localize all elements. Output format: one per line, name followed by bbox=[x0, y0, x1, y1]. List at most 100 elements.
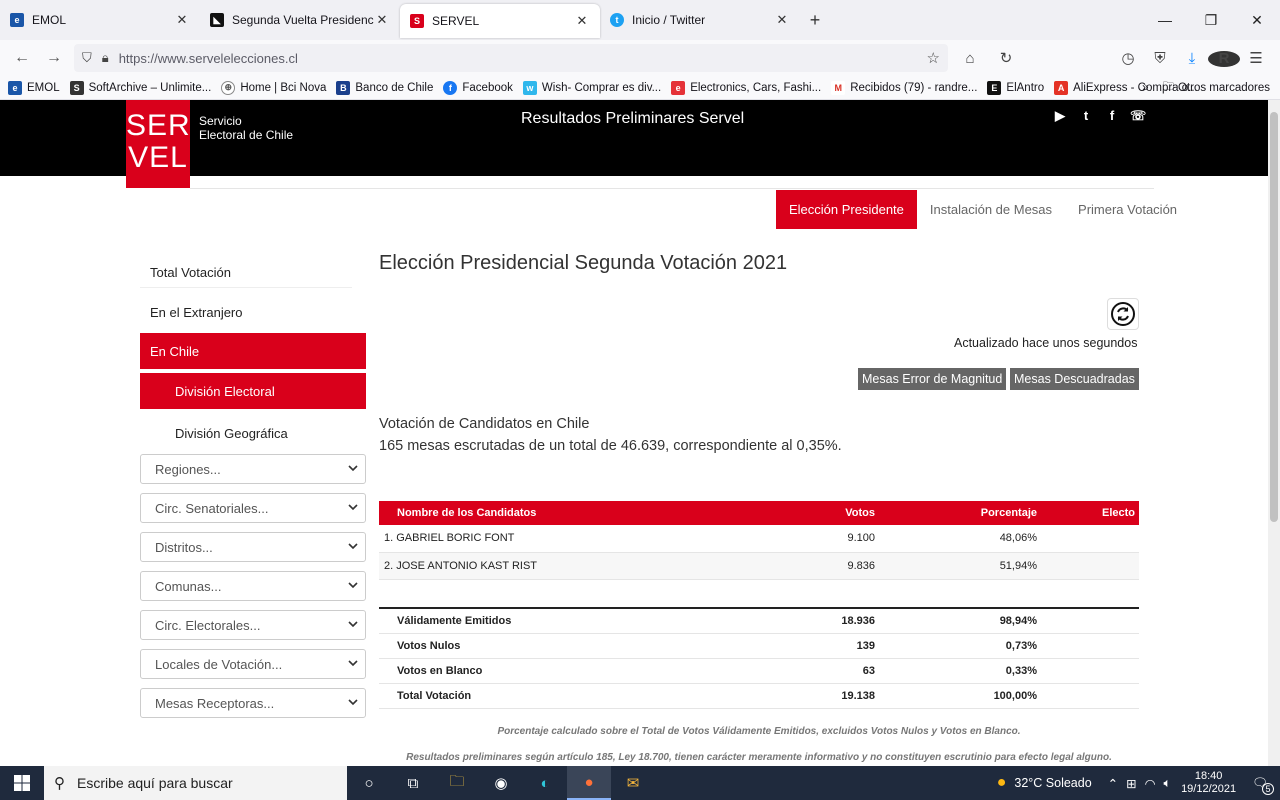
tab-emol[interactable]: e EMOL ✕ bbox=[0, 0, 200, 40]
bookmark-label: Electronics, Cars, Fashi... bbox=[690, 81, 822, 94]
bookmark-elantro[interactable]: E ElAntro bbox=[987, 80, 1044, 95]
regiones-select[interactable]: Regiones... bbox=[140, 454, 366, 484]
menu-icon[interactable]: ☰ bbox=[1240, 49, 1272, 67]
twitter-favicon-icon: t bbox=[610, 13, 624, 27]
file-explorer-icon[interactable]: 🗀 bbox=[435, 766, 479, 800]
clock[interactable]: 18:40 19/12/2021 bbox=[1181, 770, 1236, 796]
restore-icon[interactable]: ❐ bbox=[1188, 0, 1234, 40]
total-label: Válidamente Emitidos bbox=[379, 608, 709, 634]
close-tab-icon[interactable]: ✕ bbox=[574, 13, 590, 29]
bookmark-facebook[interactable]: f Facebook bbox=[443, 80, 513, 95]
url-bar[interactable]: ⛉ 🔒︎ https://www.servelelecciones.cl ☆ bbox=[74, 44, 948, 72]
bookmark-gmail[interactable]: M Recibidos (79) - randre... bbox=[831, 80, 978, 95]
wifi-icon[interactable]: ◠ bbox=[1145, 776, 1156, 791]
chevron-down-icon bbox=[348, 504, 358, 511]
close-tab-icon[interactable]: ✕ bbox=[174, 12, 190, 28]
total-empty bbox=[1051, 633, 1139, 659]
summary-text: 165 mesas escrutadas de un total de 46.6… bbox=[379, 438, 842, 454]
facebook-icon: f bbox=[443, 80, 458, 95]
select-value: Comunas... bbox=[155, 578, 222, 594]
cortana-icon[interactable]: ○ bbox=[347, 766, 391, 800]
bookmark-ebay[interactable]: e Electronics, Cars, Fashi... bbox=[671, 80, 822, 95]
pocket-icon[interactable]: ⛨ bbox=[1144, 50, 1176, 67]
lock-icon[interactable]: 🔒︎ bbox=[102, 50, 109, 66]
tab-segunda-vuelta[interactable]: ◣ Segunda Vuelta Presidencial Ch ✕ bbox=[200, 0, 400, 40]
logo-line2: VEL bbox=[128, 141, 188, 174]
mail-app-icon[interactable]: ✉ bbox=[611, 766, 655, 800]
start-button[interactable] bbox=[0, 766, 44, 800]
bookmark-label: Recibidos (79) - randre... bbox=[850, 81, 978, 94]
history-icon[interactable]: ◷ bbox=[1112, 49, 1144, 67]
globe-icon: ⊕ bbox=[221, 80, 236, 95]
downloads-icon[interactable]: ⤓ bbox=[1176, 50, 1208, 67]
bookmark-bci[interactable]: ⊕ Home | Bci Nova bbox=[221, 80, 326, 95]
footnote-percentage: Porcentaje calculado sobre el Total de V… bbox=[497, 726, 1021, 737]
site-title: Resultados Preliminares Servel bbox=[521, 110, 745, 127]
forward-icon[interactable]: → bbox=[38, 49, 70, 67]
bookmark-banco-chile[interactable]: B Banco de Chile bbox=[336, 80, 433, 95]
close-tab-icon[interactable]: ✕ bbox=[374, 12, 390, 28]
close-tab-icon[interactable]: ✕ bbox=[774, 12, 790, 28]
chevron-up-icon[interactable]: ⌃ bbox=[1108, 776, 1118, 791]
nav-eleccion-presidente[interactable]: Elección Presidente bbox=[776, 190, 917, 229]
emol-favicon-icon: e bbox=[10, 13, 24, 27]
nav-primera-votacion[interactable]: Primera Votación bbox=[1065, 190, 1190, 229]
bookmark-wish[interactable]: w Wish- Comprar es div... bbox=[522, 80, 661, 95]
phone-icon[interactable]: ☏ bbox=[1130, 108, 1146, 123]
distritos-select[interactable]: Distritos... bbox=[140, 532, 366, 562]
scrollbar-thumb[interactable] bbox=[1270, 112, 1278, 522]
network-icon[interactable]: ⊞ bbox=[1126, 776, 1136, 791]
youtube-icon[interactable]: ▶ bbox=[1052, 108, 1068, 123]
circ-senatoriales-select[interactable]: Circ. Senatoriales... bbox=[140, 493, 366, 523]
volume-icon[interactable]: 🔈︎ bbox=[1164, 776, 1172, 791]
sidebar-item-extranjero[interactable]: En el Extranjero bbox=[140, 294, 366, 330]
weather-text[interactable]: 32°C Soleado bbox=[1014, 776, 1091, 790]
twitter-icon[interactable]: t bbox=[1078, 108, 1094, 123]
camera-icon[interactable]: ◉ bbox=[479, 766, 523, 800]
nav-instalacion-mesas[interactable]: Instalación de Mesas bbox=[917, 190, 1065, 229]
home-icon[interactable]: ⌂ bbox=[954, 50, 986, 67]
candidate-elected bbox=[1051, 525, 1139, 553]
reload-icon[interactable]: ↻ bbox=[990, 49, 1022, 67]
bookmark-star-icon[interactable]: ☆ bbox=[927, 49, 940, 67]
col-header-nombre: Nombre de los Candidatos bbox=[379, 501, 709, 525]
bookmark-emol[interactable]: e EMOL bbox=[8, 80, 60, 95]
tab-label: Segunda Vuelta Presidencial Ch bbox=[232, 13, 374, 27]
mesas-descuadradas-button[interactable]: Mesas Descuadradas bbox=[1010, 368, 1139, 390]
circ-electorales-select[interactable]: Circ. Electorales... bbox=[140, 610, 366, 640]
total-votes: 18.936 bbox=[709, 608, 889, 634]
other-bookmarks[interactable]: Otros marcadores bbox=[1178, 82, 1270, 94]
sidebar-item-en-chile[interactable]: En Chile bbox=[140, 333, 366, 369]
new-tab-button[interactable]: + bbox=[800, 10, 830, 31]
back-icon[interactable]: ← bbox=[6, 49, 38, 67]
candidates-table: Nombre de los Candidatos Votos Porcentaj… bbox=[379, 501, 1139, 580]
tab-servel[interactable]: S SERVEL ✕ bbox=[400, 4, 600, 38]
bookmark-softarchive[interactable]: S SoftArchive – Unlimite... bbox=[69, 80, 211, 95]
minimize-icon[interactable]: — bbox=[1142, 0, 1188, 40]
task-view-icon[interactable]: ⧉ bbox=[391, 766, 435, 800]
softarchive-icon: S bbox=[69, 80, 84, 95]
locales-votacion-select[interactable]: Locales de Votación... bbox=[140, 649, 366, 679]
tab-twitter[interactable]: t Inicio / Twitter ✕ bbox=[600, 0, 800, 40]
total-pct: 100,00% bbox=[889, 683, 1051, 709]
candidate-votes: 9.100 bbox=[709, 525, 889, 553]
close-window-icon[interactable]: ✕ bbox=[1234, 0, 1280, 40]
mesas-error-magnitud-button[interactable]: Mesas Error de Magnitud bbox=[858, 368, 1007, 390]
sidebar-item-total-votacion[interactable]: Total Votación bbox=[140, 254, 366, 290]
comunas-select[interactable]: Comunas... bbox=[140, 571, 366, 601]
taskbar-search[interactable]: ⚲ Escribe aquí para buscar bbox=[44, 766, 347, 800]
sidebar-item-division-electoral[interactable]: División Electoral bbox=[140, 373, 366, 409]
refresh-button[interactable] bbox=[1107, 298, 1139, 330]
sidebar-item-division-geografica[interactable]: División Geográfica bbox=[140, 415, 366, 451]
page-scrollbar[interactable] bbox=[1268, 100, 1280, 766]
shield-icon[interactable]: ⛉ bbox=[82, 50, 92, 66]
edge-icon[interactable]: ◐ bbox=[523, 766, 567, 800]
servel-logo[interactable]: SER VEL bbox=[126, 100, 190, 188]
weather-sun-icon[interactable]: ● bbox=[997, 774, 1007, 792]
more-bookmarks-icon[interactable]: » bbox=[1142, 82, 1148, 94]
facebook-icon[interactable]: f bbox=[1104, 108, 1120, 123]
firefox-icon[interactable]: ● bbox=[567, 766, 611, 800]
account-icon[interactable]: R bbox=[1208, 50, 1240, 67]
mesas-receptoras-select[interactable]: Mesas Receptoras... bbox=[140, 688, 366, 718]
notifications-icon[interactable]: 🗨︎ 5 bbox=[1252, 776, 1274, 795]
